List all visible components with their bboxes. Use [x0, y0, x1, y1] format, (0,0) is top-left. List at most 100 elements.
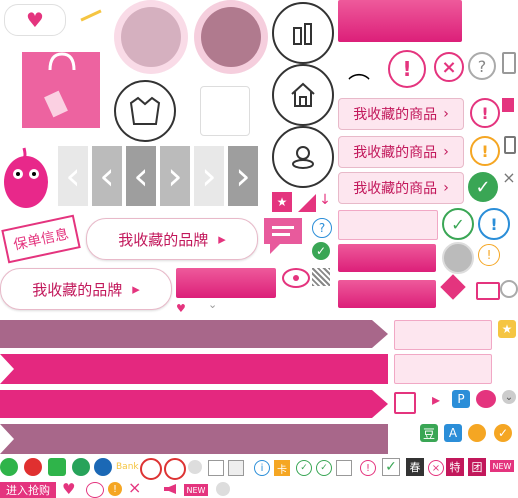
arrow-right-light[interactable]: ›: [194, 146, 224, 206]
shopping-bag-icon: [20, 48, 102, 130]
user-icon: [216, 482, 230, 496]
check-box-green-icon[interactable]: ✓: [382, 458, 400, 476]
avatar-circle-dark: [194, 0, 268, 74]
folder-icon: [476, 282, 500, 300]
favorites-goods-button-2[interactable]: 我收藏的商品 ›: [338, 136, 464, 168]
special-icon: 特: [446, 458, 464, 476]
empty-placeholder-box: [200, 86, 250, 136]
triangle-right-icon: ▸: [218, 230, 226, 248]
green-dot-icon: [0, 458, 18, 476]
bank-icon-5: [140, 458, 162, 480]
check-green-icon[interactable]: ✓: [468, 172, 498, 202]
mascot-icon: [2, 142, 50, 212]
question-blue-icon[interactable]: ?: [312, 218, 332, 238]
info-small-icon: i: [254, 460, 270, 476]
favorites-goods-label: 我收藏的商品: [353, 181, 438, 197]
input-light-2[interactable]: [394, 354, 492, 384]
corner-triangle-icon: [298, 194, 316, 212]
weibo-icon[interactable]: [476, 390, 496, 408]
face-icon: [86, 482, 104, 498]
speech-bubble-heart: ♥: [4, 4, 66, 36]
chevron-right-icon: ›: [443, 180, 449, 196]
edit-icon[interactable]: [208, 460, 224, 476]
favorites-goods-button-3[interactable]: 我收藏的商品 ›: [338, 172, 464, 204]
flag-icon: [502, 98, 514, 112]
check-outline-small-2: ✓: [316, 460, 332, 476]
pacifier-icon: [272, 126, 334, 188]
bank-text-icon: Bank: [116, 462, 139, 472]
heart-icon: ♥: [26, 8, 44, 32]
favorites-brand-label: 我收藏的品牌: [118, 230, 209, 249]
heart-small-icon: ♥: [176, 302, 186, 315]
phone-icon: [502, 52, 516, 74]
close-small-circle-icon[interactable]: ×: [428, 460, 444, 476]
chevron-down-small-icon: ⌄: [208, 298, 218, 311]
pink-bar-mid-1[interactable]: [338, 244, 436, 272]
arrow-left-dark[interactable]: ‹: [126, 146, 156, 206]
close-gray-icon[interactable]: ×: [502, 168, 516, 187]
chat-bubble-icon: [262, 214, 308, 260]
arrow-right-dark[interactable]: ›: [228, 146, 258, 206]
arrow-left-light[interactable]: ‹: [58, 146, 88, 206]
douban-icon[interactable]: 豆: [420, 424, 438, 442]
makeup-icon: [272, 2, 334, 64]
jacket-icon: [114, 80, 176, 142]
speaker-icon[interactable]: [164, 484, 176, 494]
sad-face-icon: ︵: [347, 59, 370, 84]
search-icon[interactable]: [500, 280, 518, 298]
favorites-goods-button-1[interactable]: 我收藏的商品 ›: [338, 98, 464, 130]
ribbon-pink-2: [0, 390, 388, 418]
pink-button-mid[interactable]: [176, 268, 276, 298]
spring-icon: 春: [406, 458, 424, 476]
chevron-right-icon: ›: [443, 106, 449, 122]
input-bar-light[interactable]: [338, 210, 438, 240]
gray-dot-icon: [442, 242, 474, 274]
heart-outline-icon: ♥: [62, 480, 76, 498]
exclaim-orange-small-icon: !: [478, 244, 500, 266]
favorites-goods-label: 我收藏的商品: [353, 145, 438, 161]
sparkle-lines-icon: [80, 9, 102, 22]
alert-orange-icon: !: [108, 482, 122, 496]
question-circle-icon[interactable]: ?: [468, 52, 496, 80]
eye-icon: [282, 268, 310, 288]
pink-bar-mid-2[interactable]: [338, 280, 436, 308]
close-pink-icon[interactable]: ×: [128, 478, 141, 497]
phone-small-icon: [504, 136, 516, 154]
pink-banner-top[interactable]: [338, 0, 462, 42]
checkbox-empty-icon[interactable]: [228, 460, 244, 476]
exclaim-circle-icon: !: [388, 50, 426, 88]
orange-dot-icon: [468, 424, 486, 442]
input-light-1[interactable]: [394, 320, 492, 350]
close-circle-icon[interactable]: ×: [434, 52, 464, 82]
p-blue-icon[interactable]: P: [452, 390, 470, 408]
favorites-brand-button-2[interactable]: 我收藏的品牌 ▸: [0, 268, 172, 310]
card-icon: 卡: [274, 460, 290, 476]
star-pink-icon: ★: [272, 192, 292, 212]
arrow-right-mid[interactable]: ›: [160, 146, 190, 206]
check-circle-outline-icon: ✓: [442, 208, 474, 240]
triangle-right-icon: ▸: [132, 280, 140, 298]
tag-icon: [440, 274, 466, 300]
exclaim-orange-icon: !: [470, 136, 500, 166]
ribbon-muted-2: [0, 424, 388, 454]
favorites-brand-label: 我收藏的品牌: [32, 280, 123, 299]
favorites-brand-button-1[interactable]: 我收藏的品牌 ▸: [86, 218, 258, 260]
arrow-left-mid[interactable]: ‹: [92, 146, 122, 206]
chevron-right-icon: ›: [443, 144, 449, 160]
play-gray-icon[interactable]: [188, 460, 202, 474]
external-link-icon[interactable]: [394, 392, 416, 414]
bank-icon-1: [24, 458, 42, 476]
favorites-goods-label: 我收藏的商品: [353, 107, 438, 123]
info-circle-icon: !: [478, 208, 510, 240]
stamp-label: 保单信息: [1, 214, 81, 264]
check-green-small-icon: ✓: [312, 242, 330, 260]
avatar-circle-light: [114, 0, 188, 74]
ribbon-pink-1: [0, 354, 388, 384]
chevron-circle-icon[interactable]: ⌄: [502, 390, 516, 404]
checkbox-empty-icon-2[interactable]: [336, 460, 352, 476]
ribbon-muted-1: [0, 320, 388, 348]
bank-icon-3: [72, 458, 90, 476]
group-icon: 团: [468, 458, 486, 476]
bank-icon-6: [164, 458, 186, 480]
enter-buy-button[interactable]: 进入抢购: [0, 482, 56, 498]
